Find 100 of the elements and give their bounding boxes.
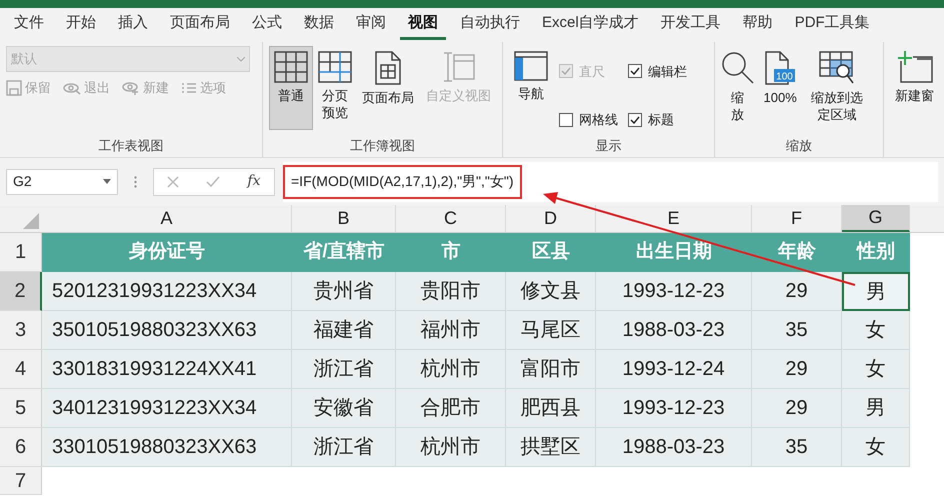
column-header[interactable]: C [396, 205, 506, 232]
column-heading: 身份证号 [42, 233, 292, 272]
table-cell: 修文县 [506, 272, 596, 311]
view-button[interactable]: 页面布局 [357, 46, 420, 130]
view-button[interactable]: 普通 [269, 46, 314, 130]
view-button[interactable]: 缩放到选定区域 [806, 46, 868, 130]
column-header[interactable]: A [42, 205, 292, 232]
ribbon-tab[interactable]: PDF工具集 [786, 10, 878, 40]
ribbon-tab[interactable]: 文件 [6, 10, 52, 40]
ribbon-tab[interactable]: 自动执行 [452, 10, 528, 40]
column-heading: 性别 [842, 233, 910, 272]
row-header[interactable]: 6 [0, 428, 42, 467]
view-button[interactable]: 缩放 [720, 46, 755, 130]
ribbon-tab[interactable]: Excel自学成才 [534, 10, 647, 40]
checkbox-label: 标题 [648, 111, 674, 129]
table-cell: 浙江省 [292, 428, 396, 467]
table-cell: 33018319931224XX41 [42, 350, 292, 389]
name-box[interactable]: G2 [6, 168, 118, 194]
checkbox[interactable] [559, 112, 574, 127]
page-icon [375, 51, 402, 85]
ruler-page-icon [442, 51, 476, 83]
row-header[interactable]: 2 [0, 272, 42, 311]
save-icon [6, 80, 22, 96]
ribbon-tab[interactable]: 开发工具 [652, 10, 729, 40]
magnifier-icon [720, 51, 755, 85]
table-cell: 1993-12-24 [596, 350, 752, 389]
table-cell: 富阳市 [506, 350, 596, 389]
column-heading: 出生日期 [596, 233, 752, 272]
table-cell: 肥西县 [506, 389, 596, 428]
ribbon-tab[interactable]: 公式 [244, 10, 290, 40]
table-cell: 福建省 [292, 311, 396, 350]
row-header[interactable]: 4 [0, 350, 42, 389]
dropdown-caret-icon [237, 56, 245, 62]
checkbox-label: 直尺 [579, 62, 606, 80]
table-cell: 35 [752, 428, 842, 467]
ribbon-tab[interactable]: 页面布局 [162, 10, 238, 40]
checkbox[interactable] [628, 112, 642, 127]
checkbox-label: 编辑栏 [648, 62, 688, 80]
column-heading: 区县 [506, 233, 596, 272]
column-header[interactable]: B [292, 205, 396, 232]
column-heading: 市 [396, 233, 506, 272]
table-cell: 贵州省 [292, 272, 396, 311]
table-cell: 34012319931223XX34 [42, 389, 292, 428]
cancel-icon[interactable] [167, 176, 180, 188]
table-cell: 29 [752, 272, 842, 311]
table-cell: 女 [842, 311, 910, 350]
ribbon-tab[interactable]: 帮助 [734, 10, 781, 40]
table-cell: 女 [842, 350, 910, 389]
column-heading: 年龄 [752, 233, 842, 272]
view-button[interactable]: 100 100% [758, 46, 802, 130]
table-cell: 女 [842, 428, 910, 467]
ribbon-tab[interactable]: 数据 [296, 10, 342, 40]
more-options-icon [134, 176, 137, 188]
table-cell: 1993-12-23 [596, 389, 752, 428]
table-cell: 马尾区 [506, 311, 596, 350]
group-label: 缩放 [784, 137, 813, 155]
formula-field[interactable]: =IF(MOD(MID(A2,17,1),2),"男","女") [283, 164, 522, 198]
eye-plus-icon [122, 80, 140, 95]
column-header[interactable]: E [596, 205, 752, 232]
view-button[interactable]: 分页预览 [315, 46, 356, 130]
dropdown-caret-icon [103, 179, 111, 184]
column-header[interactable]: D [506, 205, 596, 232]
ribbon-tab[interactable]: 开始 [58, 10, 104, 40]
group-label: 工作簿视图 [349, 137, 416, 155]
page-grid-icon [318, 51, 352, 83]
table-cell: 合肥市 [396, 389, 506, 428]
table-cell: 1988-03-23 [596, 428, 752, 467]
table-cell: 35010519880323XX63 [42, 311, 292, 350]
table-cell: 浙江省 [292, 350, 396, 389]
row-header[interactable]: 1 [0, 233, 42, 272]
row-header[interactable]: 3 [0, 311, 42, 350]
column-header[interactable]: G [842, 205, 910, 232]
table-cell: 福州市 [396, 311, 506, 350]
view-button[interactable]: 新建窗 [890, 46, 939, 130]
navigation-button[interactable]: 导航 [509, 46, 554, 130]
ribbon-tab[interactable]: 审阅 [348, 10, 394, 40]
row-header[interactable]: 7 [0, 467, 42, 495]
list-icon [181, 80, 197, 95]
selected-cell[interactable]: 男 [842, 272, 910, 311]
insert-function-button[interactable]: fx [247, 171, 260, 192]
grid-icon [274, 51, 308, 83]
table-cell: 29 [752, 350, 842, 389]
checkbox-label: 网格线 [579, 111, 618, 129]
ribbon-tab[interactable]: 插入 [110, 10, 156, 40]
row-header[interactable]: 5 [0, 389, 42, 428]
eye-icon [63, 80, 81, 95]
column-heading: 省/直辖市 [292, 233, 396, 272]
window-plus-icon [896, 51, 932, 83]
checkbox[interactable] [628, 64, 642, 78]
table-cell: 杭州市 [396, 428, 506, 467]
table-cell: 52012319931223XX34 [42, 272, 292, 311]
table-cell: 1988-03-23 [596, 311, 752, 350]
table-cell: 杭州市 [396, 350, 506, 389]
enter-icon[interactable] [206, 176, 220, 187]
group-label: 工作表视图 [98, 137, 165, 155]
panel-icon [514, 51, 548, 81]
grid-magnifier-icon [818, 51, 855, 85]
table-cell: 安徽省 [292, 389, 396, 428]
table-cell: 1993-12-23 [596, 272, 752, 311]
table-cell: 拱墅区 [506, 428, 596, 467]
